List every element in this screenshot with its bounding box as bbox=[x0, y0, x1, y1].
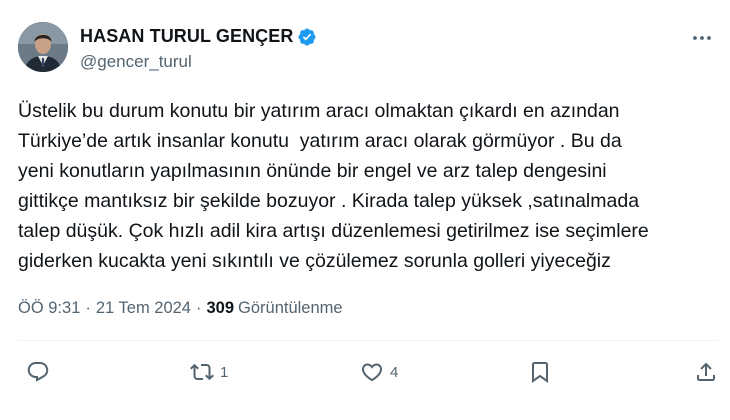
tweet-header: HASAN TURUL GENÇER @gencer_turul bbox=[18, 22, 718, 78]
tweet-text: Üstelik bu durum konutu bir yatırım arac… bbox=[18, 100, 649, 272]
retweet-count: 1 bbox=[220, 363, 229, 381]
display-name[interactable]: HASAN TURUL GENÇER bbox=[80, 26, 293, 47]
tweet-time[interactable]: ÖÖ 9:31 bbox=[18, 299, 80, 318]
action-bar: 1 4 bbox=[18, 356, 718, 390]
views-label: Görüntülenme bbox=[238, 299, 343, 317]
avatar[interactable] bbox=[18, 22, 68, 72]
avatar-photo bbox=[18, 22, 68, 72]
like-count: 4 bbox=[390, 363, 399, 381]
tweet-meta: ÖÖ 9:31 · 21 Tem 2024 · 309 Görüntülenme bbox=[18, 299, 343, 318]
more-icon[interactable] bbox=[690, 26, 714, 50]
meta-separator: · bbox=[195, 299, 202, 317]
like-button[interactable]: 4 bbox=[360, 360, 398, 384]
reply-button[interactable] bbox=[26, 360, 56, 384]
tweet-date[interactable]: 21 Tem 2024 bbox=[96, 299, 191, 318]
handle[interactable]: @gencer_turul bbox=[80, 52, 192, 72]
divider bbox=[18, 340, 718, 341]
verified-badge-icon bbox=[297, 27, 317, 47]
retweet-icon bbox=[190, 360, 214, 384]
retweet-button[interactable]: 1 bbox=[190, 360, 228, 384]
name-row: HASAN TURUL GENÇER bbox=[80, 26, 317, 47]
like-icon bbox=[360, 360, 384, 384]
share-button[interactable] bbox=[694, 360, 718, 384]
meta-separator: · bbox=[85, 299, 91, 317]
views-count: 309 bbox=[206, 299, 235, 317]
tweet-card: HASAN TURUL GENÇER @gencer_turul Üstelik… bbox=[0, 0, 730, 420]
reply-icon bbox=[26, 360, 50, 384]
bookmark-button[interactable] bbox=[528, 360, 552, 384]
share-icon bbox=[694, 360, 718, 384]
bookmark-icon bbox=[528, 360, 552, 384]
